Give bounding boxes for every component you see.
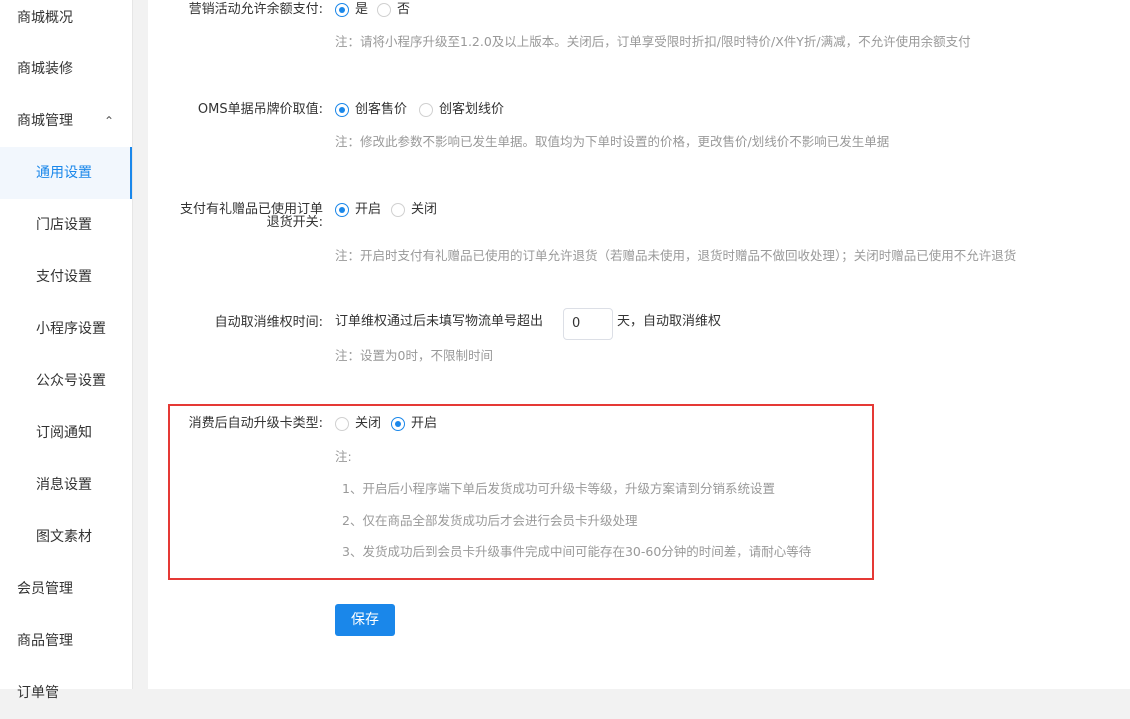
auto-upgrade-on-label[interactable]: 开启: [411, 417, 437, 431]
sidebar-item-member-management[interactable]: 会员管理: [0, 563, 132, 615]
auto-upgrade-note-1: 1、开启后小程序端下单后发货成功可升级卡等级，升级方案请到分销系统设置: [342, 481, 775, 496]
sidebar-item-official-account-settings[interactable]: 公众号设置: [0, 355, 132, 407]
auto-cancel-suffix: 天，自动取消维权: [617, 314, 722, 329]
auto-upgrade-note-title: 注:: [335, 449, 352, 464]
gift-refund-off-label[interactable]: 关闭: [411, 203, 437, 217]
sidebar-item-message-settings[interactable]: 消息设置: [0, 459, 132, 511]
auto-upgrade-off-label[interactable]: 关闭: [355, 417, 381, 431]
sidebar-item-label: 商城装修: [17, 61, 73, 77]
sidebar-item-general-settings[interactable]: 通用设置: [0, 147, 132, 199]
oms-price-note: 注：修改此参数不影响已发生单据。取值均为下单时设置的价格，更改售价/划线价不影响…: [335, 134, 890, 149]
auto-upgrade-on-radio[interactable]: [391, 417, 405, 431]
sidebar-item-media-library[interactable]: 图文素材: [0, 511, 132, 563]
sidebar-item-label: 支付设置: [36, 269, 92, 285]
sidebar-item-label: 商城管理: [17, 113, 73, 129]
gift-refund-on-label[interactable]: 开启: [355, 203, 381, 217]
auto-upgrade-off-radio[interactable]: [335, 417, 349, 431]
oms-price-label: OMS单据吊牌价取值:: [197, 102, 323, 117]
sidebar-item-label: 会员管理: [17, 581, 73, 597]
sidebar-item-store-settings[interactable]: 门店设置: [0, 199, 132, 251]
sidebar-item-label: 订阅通知: [36, 425, 92, 441]
auto-upgrade-label: 消费后自动升级卡类型:: [188, 416, 323, 431]
save-button[interactable]: 保存: [335, 604, 395, 636]
sidebar-item-label: 商城概况: [17, 10, 73, 26]
auto-cancel-days-input[interactable]: 0: [563, 308, 613, 340]
oms-price-list-label[interactable]: 创客划线价: [439, 103, 504, 117]
sidebar-item-product-management[interactable]: 商品管理: [0, 615, 132, 667]
sidebar-item-label: 图文素材: [36, 529, 92, 545]
auto-upgrade-note-2: 2、仅在商品全部发货成功后才会进行会员卡升级处理: [342, 513, 638, 528]
sidebar-item-mall-management[interactable]: 商城管理 ⌃: [0, 95, 132, 147]
balance-pay-yes-radio[interactable]: [335, 3, 349, 17]
auto-cancel-note: 注：设置为0时，不限制时间: [335, 348, 493, 363]
sidebar-item-mall-overview[interactable]: 商城概况: [0, 0, 132, 44]
auto-upgrade-note-3: 3、发货成功后到会员卡升级事件完成中间可能存在30-60分钟的时间差，请耐心等待: [342, 544, 812, 559]
gift-refund-off-radio[interactable]: [391, 203, 405, 217]
gift-refund-on-radio[interactable]: [335, 203, 349, 217]
auto-cancel-label: 自动取消维权时间:: [214, 315, 323, 330]
balance-pay-note: 注：请将小程序升级至1.2.0及以上版本。关闭后，订单享受限时折扣/限时特价/X…: [335, 34, 971, 49]
chevron-up-icon: ⌃: [104, 114, 115, 128]
gift-refund-note: 注：开启时支付有礼赠品已使用的订单允许退货（若赠品未使用，退货时赠品不做回收处理…: [335, 248, 1017, 263]
oms-price-list-radio[interactable]: [419, 103, 433, 117]
sidebar-item-miniprogram-settings[interactable]: 小程序设置: [0, 303, 132, 355]
sidebar-item-label: 小程序设置: [36, 321, 106, 337]
balance-pay-no-label[interactable]: 否: [397, 3, 410, 17]
balance-pay-yes-label[interactable]: 是: [355, 3, 368, 17]
sidebar-item-order-management[interactable]: 订单管: [0, 667, 132, 719]
sidebar-item-subscription-notice[interactable]: 订阅通知: [0, 407, 132, 459]
sidebar-item-payment-settings[interactable]: 支付设置: [0, 251, 132, 303]
sidebar-item-label: 通用设置: [36, 165, 92, 181]
sidebar-item-label: 公众号设置: [36, 373, 106, 389]
sidebar-item-label: 订单管: [17, 685, 59, 701]
sidebar-item-label: 门店设置: [36, 217, 92, 233]
balance-pay-no-radio[interactable]: [377, 3, 391, 17]
oms-price-sale-radio[interactable]: [335, 103, 349, 117]
sidebar: 商城概况 商城装修 商城管理 ⌃ 通用设置 门店设置 支付设置 小程序设置 公众号…: [0, 0, 133, 701]
auto-cancel-prefix: 订单维权通过后未填写物流单号超出: [335, 314, 544, 329]
sidebar-item-label: 商品管理: [17, 633, 73, 649]
sidebar-item-mall-decoration[interactable]: 商城装修: [0, 43, 132, 95]
sidebar-item-label: 消息设置: [36, 477, 92, 493]
balance-pay-label: 营销活动允许余额支付:: [188, 2, 323, 17]
oms-price-sale-label[interactable]: 创客售价: [355, 103, 407, 117]
gift-refund-label-line2: 退货开关:: [266, 215, 323, 230]
